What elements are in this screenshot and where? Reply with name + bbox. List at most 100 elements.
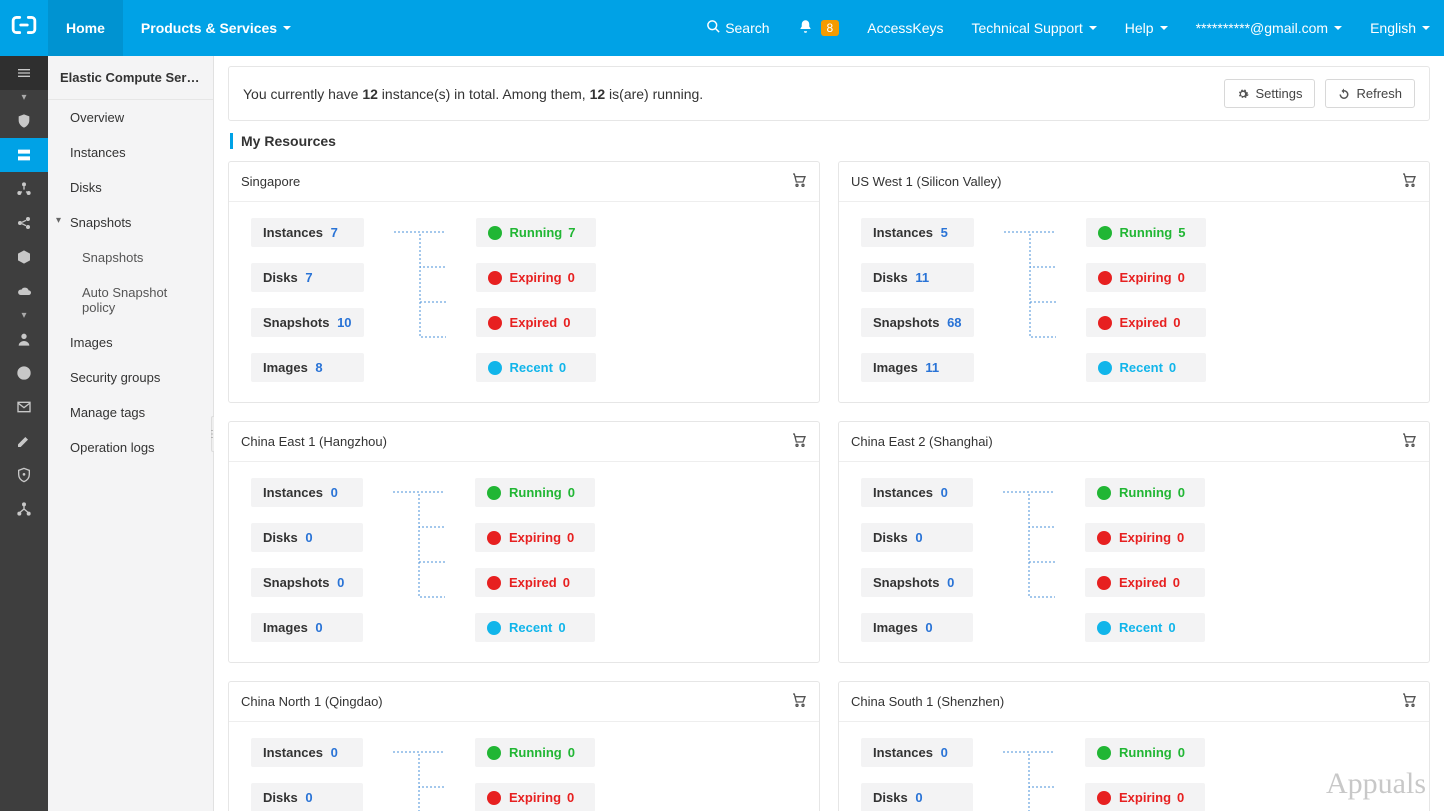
rail-servers-icon[interactable] [0,138,48,172]
connector-lines [394,218,446,382]
rail-mail-icon[interactable] [0,390,48,424]
metric-disks[interactable]: Disks 0 [861,523,973,552]
status-running[interactable]: Running5 [1086,218,1206,247]
nav-help[interactable]: Help [1111,0,1182,56]
rail-network-icon[interactable] [0,172,48,206]
status-running[interactable]: Running0 [475,478,595,507]
metric-snapshots[interactable]: Snapshots 68 [861,308,974,337]
region-card: Singapore Instances 7 Disks 7 Snapshots 10 I… [228,161,820,403]
rail-security-icon[interactable] [0,458,48,492]
cart-icon[interactable] [791,432,807,451]
sidebar-item-overview[interactable]: Overview [48,100,213,135]
rail-collapse-caret-2[interactable]: ▾ [21,308,26,322]
metric-images[interactable]: Images 0 [861,613,973,642]
status-recent[interactable]: Recent0 [1086,353,1206,382]
status-recent[interactable]: Recent0 [475,613,595,642]
metric-images[interactable]: Images 8 [251,353,364,382]
metric-images[interactable]: Images 0 [251,613,363,642]
status-running[interactable]: Running7 [476,218,596,247]
sidebar-item-snapshots[interactable]: Snapshots [48,205,213,240]
cart-icon[interactable] [1401,432,1417,451]
cart-icon[interactable] [791,692,807,711]
status-running[interactable]: Running0 [1085,478,1205,507]
status-running[interactable]: Running0 [475,738,595,767]
region-card-head: China South 1 (Shenzhen) [839,682,1429,722]
region-card-head: Singapore [229,162,819,202]
nav-notifications[interactable]: 8 [784,0,854,56]
rail-box-icon[interactable] [0,240,48,274]
metric-instances[interactable]: Instances 5 [861,218,974,247]
metric-disks[interactable]: Disks 11 [861,263,974,292]
region-card: China North 1 (Qingdao) Instances 0 Disks … [228,681,820,811]
metric-disks[interactable]: Disks 0 [251,523,363,552]
nav-tech-support[interactable]: Technical Support [957,0,1110,56]
rail-edit-icon[interactable] [0,424,48,458]
nav-products-services[interactable]: Products & Services [123,0,309,56]
status-expiring[interactable]: Expiring0 [476,263,596,292]
sidebar-item-snapshots-sub[interactable]: Snapshots [48,240,213,275]
topbar: Home Products & Services Search 8 Access… [0,0,1444,56]
region-name: US West 1 (Silicon Valley) [851,174,1002,189]
sidebar-item-disks[interactable]: Disks [48,170,213,205]
rail-user-icon[interactable] [0,322,48,356]
nav-search[interactable]: Search [692,0,783,56]
icon-rail: ▾ ▾ [0,56,48,811]
status-expired[interactable]: Expired0 [475,568,595,597]
sidebar-item-instances[interactable]: Instances [48,135,213,170]
metric-snapshots[interactable]: Snapshots 10 [251,308,364,337]
status-expired[interactable]: Expired0 [476,308,596,337]
metric-instances[interactable]: Instances 0 [251,478,363,507]
region-card: US West 1 (Silicon Valley) Instances 5 Dis… [838,161,1430,403]
rail-tree-icon[interactable] [0,492,48,526]
metric-snapshots[interactable]: Snapshots 0 [251,568,363,597]
metric-disks[interactable]: Disks 0 [861,783,973,811]
sidebar-item-manage-tags[interactable]: Manage tags [48,395,213,430]
summary-text: is(are) running. [605,86,703,102]
nav-access-keys[interactable]: AccessKeys [853,0,957,56]
metric-instances[interactable]: Instances 0 [251,738,363,767]
sidebar-item-security-groups[interactable]: Security groups [48,360,213,395]
region-card: China South 1 (Shenzhen) Instances 0 Disks… [838,681,1430,811]
nav-language[interactable]: English [1356,0,1444,56]
cart-icon[interactable] [791,172,807,191]
status-expired[interactable]: Expired0 [1085,568,1205,597]
status-expiring[interactable]: Expiring0 [475,783,595,811]
nav-home[interactable]: Home [48,0,123,56]
region-name: China East 1 (Hangzhou) [241,434,387,449]
metric-disks[interactable]: Disks 0 [251,783,363,811]
metric-instances[interactable]: Instances 0 [861,478,973,507]
rail-cloud-icon[interactable] [0,274,48,308]
rail-menu-icon[interactable] [0,56,48,90]
metric-disks[interactable]: Disks 7 [251,263,364,292]
sidebar-item-operation-logs[interactable]: Operation logs [48,430,213,465]
status-expiring[interactable]: Expiring0 [1086,263,1206,292]
brand-logo[interactable] [0,12,48,45]
notify-badge: 8 [821,20,840,36]
sidebar-item-auto-snapshot-policy[interactable]: Auto Snapshot policy [48,275,213,325]
status-recent[interactable]: Recent0 [476,353,596,382]
status-expiring[interactable]: Expiring0 [475,523,595,552]
sidebar-item-images[interactable]: Images [48,325,213,360]
summary-text: instance(s) in total. Among them, [378,86,590,102]
metric-instances[interactable]: Instances 7 [251,218,364,247]
rail-collapse-caret[interactable]: ▾ [21,90,26,104]
region-card: China East 2 (Shanghai)Instances 0Disks … [838,421,1430,663]
settings-button[interactable]: Settings [1224,79,1315,108]
search-icon [706,19,721,37]
metric-images[interactable]: Images 11 [861,353,974,382]
metric-snapshots[interactable]: Snapshots 0 [861,568,973,597]
rail-shield-icon[interactable] [0,104,48,138]
cart-icon[interactable] [1401,172,1417,191]
nav-user-menu[interactable]: **********@gmail.com [1182,0,1357,56]
status-expiring[interactable]: Expiring0 [1085,523,1205,552]
metric-instances[interactable]: Instances 0 [861,738,973,767]
rail-share-icon[interactable] [0,206,48,240]
status-running[interactable]: Running0 [1085,738,1205,767]
status-expired[interactable]: Expired0 [1086,308,1206,337]
cart-icon[interactable] [1401,692,1417,711]
refresh-button[interactable]: Refresh [1325,79,1415,108]
rail-billing-icon[interactable] [0,356,48,390]
status-recent[interactable]: Recent0 [1085,613,1205,642]
status-expiring[interactable]: Expiring0 [1085,783,1205,811]
region-card-head: China North 1 (Qingdao) [229,682,819,722]
